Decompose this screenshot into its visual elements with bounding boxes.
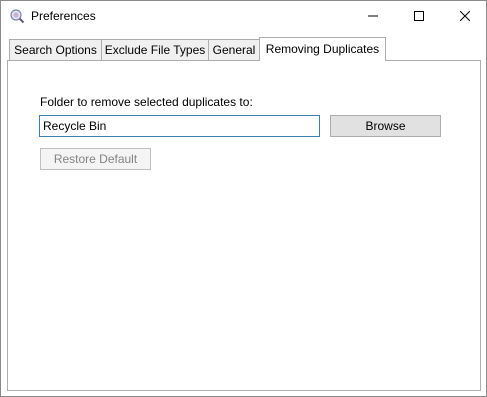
destination-folder-input[interactable] bbox=[39, 115, 320, 137]
title-bar[interactable]: Preferences bbox=[1, 1, 486, 32]
minimize-button[interactable] bbox=[350, 1, 396, 32]
maximize-button[interactable] bbox=[396, 1, 442, 32]
preferences-app-icon bbox=[9, 8, 25, 24]
close-button[interactable] bbox=[442, 1, 487, 32]
tab-exclude-file-types[interactable]: Exclude File Types bbox=[101, 39, 209, 60]
tab-search-options[interactable]: Search Options bbox=[9, 39, 102, 60]
restore-default-button[interactable]: Restore Default bbox=[40, 148, 151, 170]
removing-duplicates-panel bbox=[7, 60, 481, 391]
preferences-window: Preferences Search Options Exclude File … bbox=[0, 0, 487, 397]
folder-label: Folder to remove selected duplicates to: bbox=[40, 95, 253, 109]
browse-button[interactable]: Browse bbox=[330, 115, 441, 137]
tab-general[interactable]: General bbox=[208, 39, 260, 60]
minimize-icon bbox=[368, 10, 378, 24]
close-icon bbox=[459, 10, 471, 24]
window-title: Preferences bbox=[31, 9, 96, 23]
maximize-icon bbox=[414, 10, 424, 24]
tab-removing-duplicates[interactable]: Removing Duplicates bbox=[259, 37, 386, 61]
